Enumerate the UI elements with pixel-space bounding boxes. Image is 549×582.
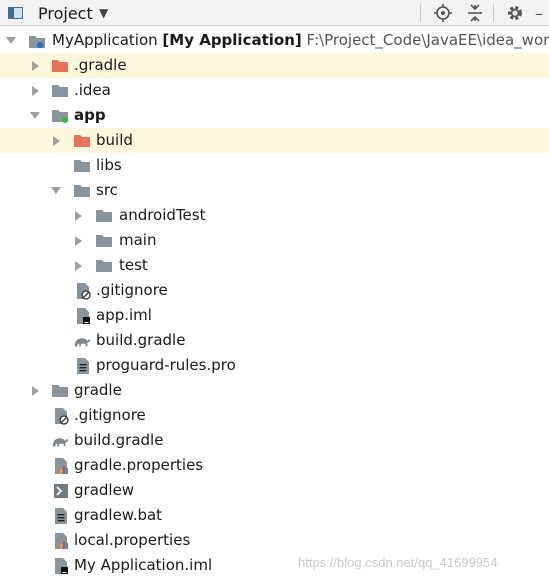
watermark-text: https://blog.csdn.net/qq_41699954 xyxy=(298,555,498,570)
tree-root-row[interactable]: MyApplication [My Application] F:\Projec… xyxy=(0,28,549,53)
tree-item-label: .gitignore xyxy=(96,281,168,299)
expand-arrow-icon[interactable] xyxy=(51,128,61,153)
tree-item-gradlew-bat[interactable]: gradlew.bat xyxy=(0,503,549,528)
expand-arrow-icon[interactable] xyxy=(30,53,40,78)
expand-arrow-icon[interactable] xyxy=(73,253,83,278)
folder-icon xyxy=(51,378,69,403)
root-module-name: [My Application] xyxy=(162,31,302,49)
tree-item-label: proguard-rules.pro xyxy=(96,356,236,374)
folder-excluded-icon xyxy=(73,128,91,153)
tree-item-label: My Application.iml xyxy=(74,556,213,574)
tree-item-label: androidTest xyxy=(119,206,206,224)
tree-item-label: local.properties xyxy=(74,531,191,549)
toolbar-divider xyxy=(493,4,494,22)
ignore-file-icon xyxy=(52,403,70,428)
tree-item-label: .idea xyxy=(74,81,111,99)
tree-item-app-build-gradle[interactable]: build.gradle xyxy=(0,328,549,353)
tree-item-root-build-gradle[interactable]: build.gradle xyxy=(0,428,549,453)
expand-arrow-icon[interactable] xyxy=(6,28,16,53)
hide-icon[interactable]: – xyxy=(535,0,549,26)
tree-item-dot-gradle[interactable]: .gradle xyxy=(0,53,549,78)
tree-item-app[interactable]: app xyxy=(0,103,549,128)
root-project-path: F:\Project_Code\JavaEE\idea_works xyxy=(306,31,549,49)
folder-icon xyxy=(95,253,113,278)
tree-item-main[interactable]: main xyxy=(0,228,549,253)
tree-item-label: gradlew xyxy=(74,481,135,499)
tree-item-label: src xyxy=(96,181,118,199)
iml-file-icon xyxy=(74,303,92,328)
tree-item-proguard-rules[interactable]: proguard-rules.pro xyxy=(0,353,549,378)
dropdown-caret-icon[interactable]: ▼ xyxy=(99,0,108,26)
tree-item-label: build.gradle xyxy=(74,431,164,449)
tree-item-androidtest[interactable]: androidTest xyxy=(0,203,549,228)
tree-item-build[interactable]: build xyxy=(0,128,549,153)
project-module-icon xyxy=(28,28,46,53)
tree-item-libs[interactable]: libs xyxy=(0,153,549,178)
ignore-file-icon xyxy=(74,278,92,303)
folder-excluded-icon xyxy=(51,53,69,78)
expand-arrow-icon[interactable] xyxy=(73,203,83,228)
folder-icon xyxy=(95,203,113,228)
tree-item-src[interactable]: src xyxy=(0,178,549,203)
properties-file-icon xyxy=(52,453,70,478)
tree-item-label: gradle xyxy=(74,381,122,399)
expand-arrow-icon[interactable] xyxy=(51,178,61,203)
locate-icon[interactable] xyxy=(433,0,453,26)
tree-item-label: build.gradle xyxy=(96,331,186,349)
toolbar-divider xyxy=(420,4,421,22)
tree-item-label: test xyxy=(119,256,148,274)
tree-item-label: app xyxy=(74,106,106,124)
gradle-file-icon xyxy=(73,328,91,353)
folder-icon xyxy=(73,153,91,178)
tree-item-label: gradle.properties xyxy=(74,456,204,474)
collapse-all-icon[interactable] xyxy=(465,0,485,26)
iml-file-icon xyxy=(52,553,70,578)
gear-icon[interactable] xyxy=(505,0,525,26)
tree-item-label: build xyxy=(96,131,133,149)
tree-item-root-gitignore[interactable]: .gitignore xyxy=(0,403,549,428)
text-file-icon xyxy=(52,503,70,528)
expand-arrow-icon[interactable] xyxy=(30,378,40,403)
tree-item-gradle-properties[interactable]: gradle.properties xyxy=(0,453,549,478)
folder-icon xyxy=(95,228,113,253)
project-view-title[interactable]: Project xyxy=(38,0,93,26)
shell-script-icon xyxy=(52,478,70,503)
tree-item-dot-idea[interactable]: .idea xyxy=(0,78,549,103)
tree-item-test[interactable]: test xyxy=(0,253,549,278)
project-view-icon[interactable] xyxy=(8,0,28,26)
text-file-icon xyxy=(74,353,92,378)
folder-icon xyxy=(51,78,69,103)
tree-item-label: .gitignore xyxy=(74,406,146,424)
properties-file-icon xyxy=(52,528,70,553)
tree-item-label: app.iml xyxy=(96,306,152,324)
tree-item-app-gitignore[interactable]: .gitignore xyxy=(0,278,549,303)
root-project-name: MyApplication xyxy=(52,31,158,49)
project-toolbar: Project ▼ – xyxy=(0,0,549,26)
tree-item-gradlew[interactable]: gradlew xyxy=(0,478,549,503)
expand-arrow-icon[interactable] xyxy=(30,103,40,128)
folder-icon xyxy=(73,178,91,203)
tree-item-gradle-folder[interactable]: gradle xyxy=(0,378,549,403)
tree-item-local-properties[interactable]: local.properties xyxy=(0,528,549,553)
module-folder-icon xyxy=(51,103,69,128)
expand-arrow-icon[interactable] xyxy=(30,78,40,103)
expand-arrow-icon[interactable] xyxy=(73,228,83,253)
tree-item-label: main xyxy=(119,231,157,249)
gradle-file-icon xyxy=(51,428,69,453)
tree-item-label: gradlew.bat xyxy=(74,506,163,524)
tree-item-label: libs xyxy=(96,156,122,174)
tree-item-app-iml[interactable]: app.iml xyxy=(0,303,549,328)
tree-item-label: .gradle xyxy=(74,56,127,74)
